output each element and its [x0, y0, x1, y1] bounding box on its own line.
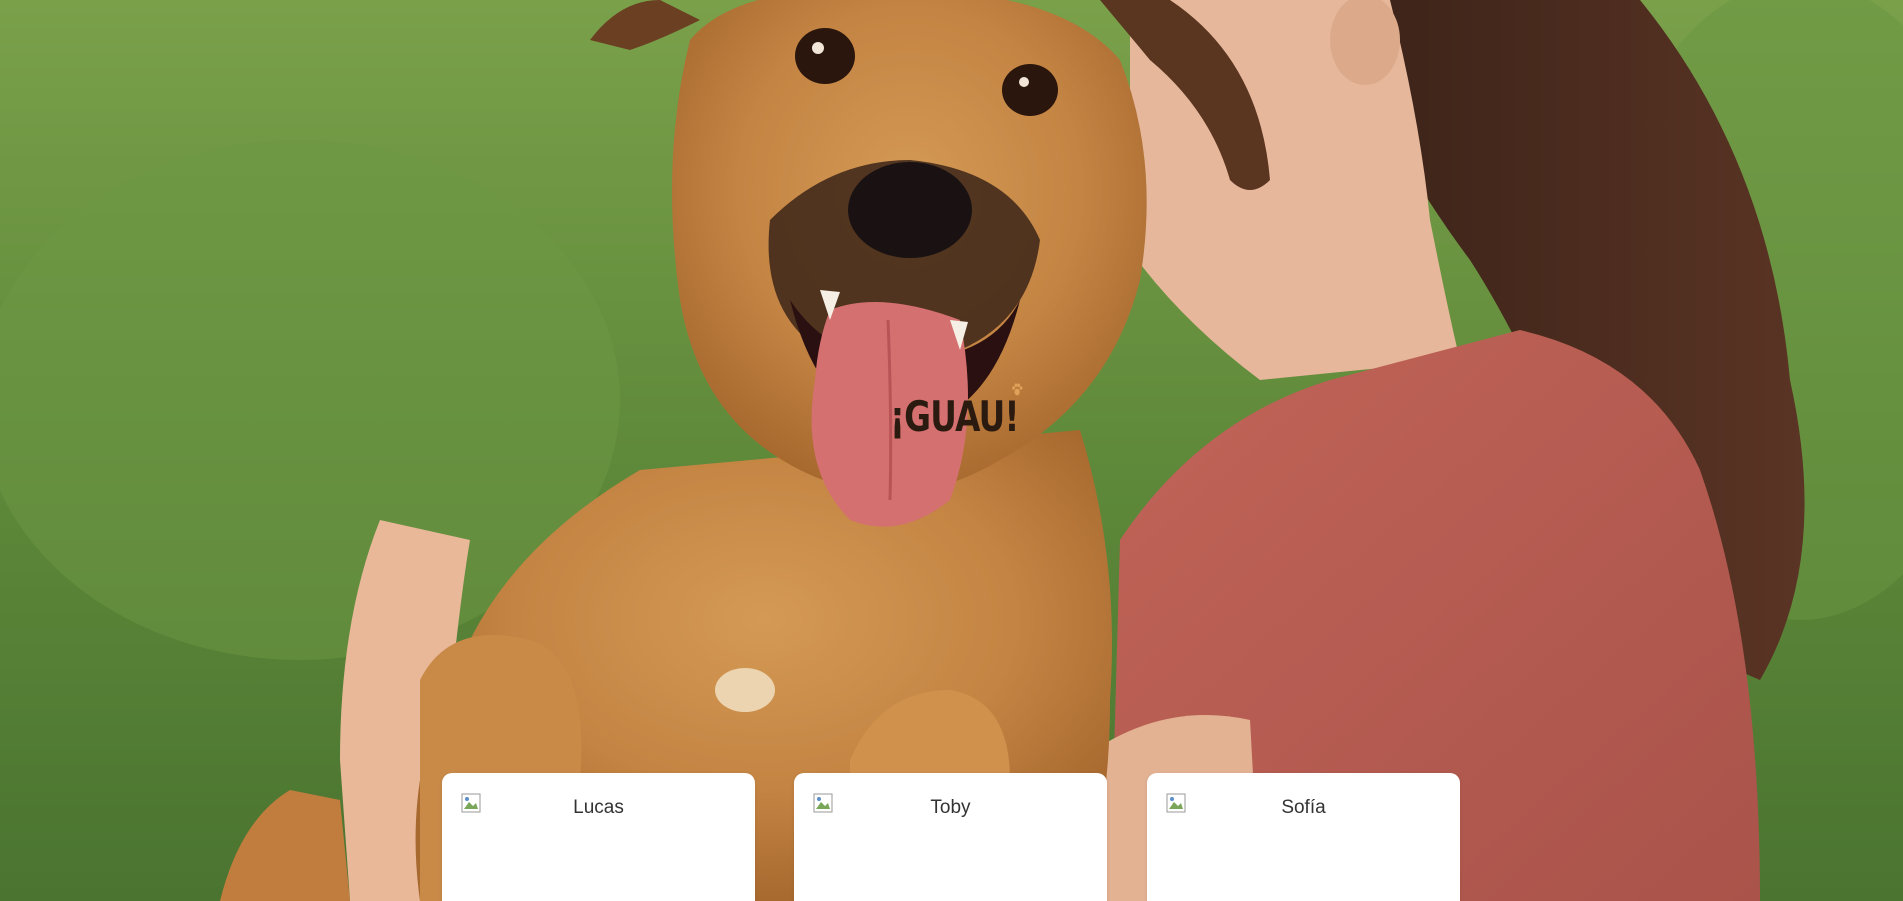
hero-image: [0, 0, 1903, 901]
pet-card-sofia[interactable]: Sofía: [1147, 773, 1460, 901]
pet-card-lucas[interactable]: Lucas: [442, 773, 755, 901]
pet-card-toby[interactable]: Toby: [794, 773, 1107, 901]
pet-name: Toby: [930, 797, 971, 818]
brand-logo[interactable]: ¡GUAU!: [890, 383, 1023, 444]
landing-page: ¡GUAU! Lucas Toby Sofía: [0, 0, 1903, 901]
paw-icon: [1012, 383, 1023, 396]
pet-name: Lucas: [573, 797, 624, 818]
brand-logo-text: ¡GUAU!: [890, 391, 1019, 441]
pet-name: Sofía: [1281, 797, 1326, 818]
